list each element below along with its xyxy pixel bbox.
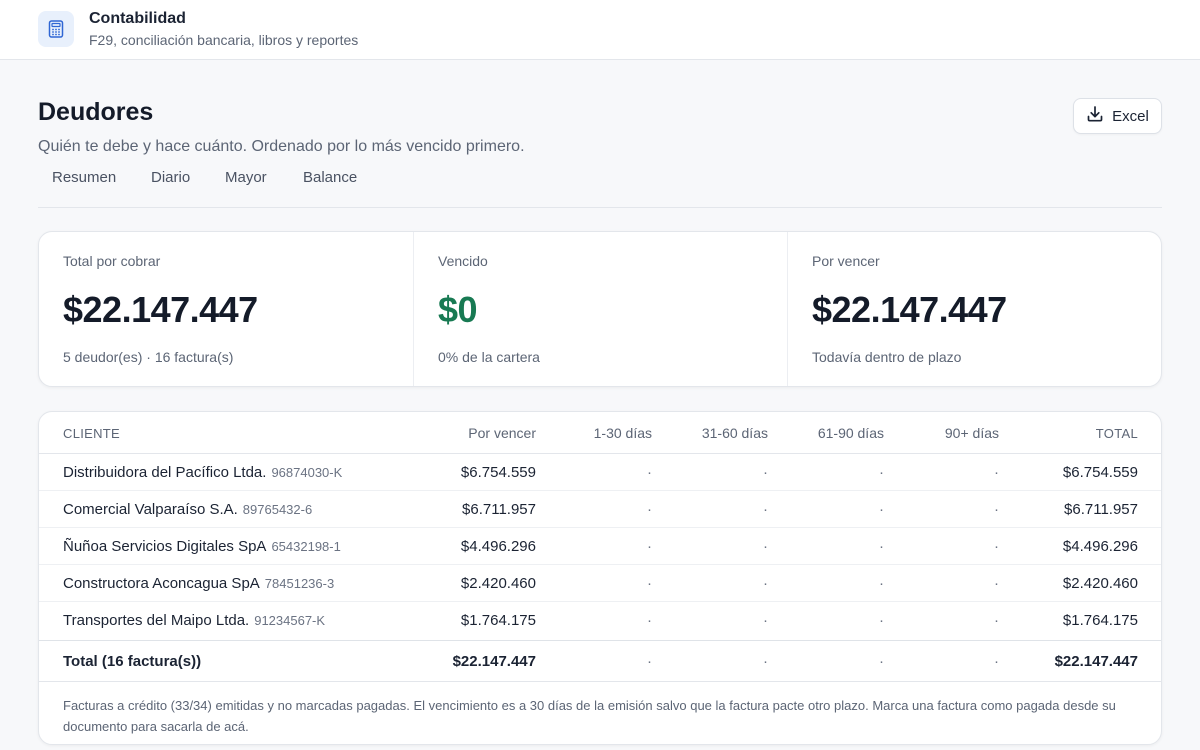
amount-90-plus: ·: [994, 501, 999, 518]
page-title: Deudores: [38, 98, 154, 126]
total-1-30: ·: [647, 653, 652, 670]
client-name: Transportes del Maipo Ltda.: [63, 612, 250, 629]
client-cell: Constructora Aconcagua SpA 78451236-3: [63, 575, 334, 592]
table-row[interactable]: Transportes del Maipo Ltda. 91234567-K $1…: [39, 602, 1161, 639]
app-header: Contabilidad F29, conciliación bancaria,…: [0, 0, 1200, 60]
stat-value: $22.147.447: [812, 289, 1007, 330]
page-description: Quién te debe y hace cuánto. Ordenado po…: [38, 138, 525, 155]
stat-note: 0% de la cartera: [438, 349, 540, 365]
table-row[interactable]: Ñuñoa Servicios Digitales SpA 65432198-1 …: [39, 528, 1161, 565]
tab-diario[interactable]: Diario: [151, 169, 190, 186]
tab-mayor[interactable]: Mayor: [225, 169, 267, 186]
stat-vencido: Vencido $0 0% de la cartera: [413, 232, 787, 386]
tab-balance[interactable]: Balance: [303, 169, 357, 186]
client-cell: Transportes del Maipo Ltda. 91234567-K: [63, 612, 325, 629]
table-row[interactable]: Distribuidora del Pacífico Ltda. 96874030…: [39, 454, 1161, 491]
col-header-90-plus[interactable]: 90+ días: [945, 425, 999, 441]
amount-por-vencer: $4.496.296: [460, 538, 536, 555]
amount-61-90: ·: [879, 538, 884, 555]
stat-value: $22.147.447: [63, 289, 258, 330]
total-90-plus: ·: [994, 653, 999, 670]
total-row-label: Total (16 factura(s)): [63, 653, 202, 670]
stat-label: Por vencer: [812, 253, 880, 269]
client-name: Constructora Aconcagua SpA: [63, 575, 260, 592]
table-row[interactable]: Comercial Valparaíso S.A. 89765432-6 $6.7…: [39, 491, 1161, 528]
amount-total: $6.754.559: [1062, 464, 1138, 481]
amount-1-30: ·: [647, 538, 652, 555]
col-header-61-90[interactable]: 61-90 días: [818, 425, 884, 441]
client-rut: 78451236-3: [264, 576, 335, 591]
client-cell: Distribuidora del Pacífico Ltda. 96874030…: [63, 464, 342, 481]
app-subtitle: F29, conciliación bancaria, libros y rep…: [89, 32, 359, 48]
amount-1-30: ·: [647, 464, 652, 481]
amount-90-plus: ·: [994, 538, 999, 555]
col-header-31-60[interactable]: 31-60 días: [702, 425, 768, 441]
amount-1-30: ·: [647, 575, 652, 592]
amount-31-60: ·: [763, 464, 768, 481]
amount-1-30: ·: [647, 612, 652, 629]
tab-resumen[interactable]: Resumen: [52, 169, 116, 186]
col-header-por-vencer[interactable]: Por vencer: [468, 425, 536, 441]
amount-61-90: ·: [879, 501, 884, 518]
amount-por-vencer: $2.420.460: [460, 575, 536, 592]
amount-61-90: ·: [879, 464, 884, 481]
client-name: Ñuñoa Servicios Digitales SpA: [63, 538, 267, 555]
amount-por-vencer: $6.754.559: [460, 464, 536, 481]
stat-label: Vencido: [438, 253, 488, 269]
col-header-1-30[interactable]: 1-30 días: [594, 425, 652, 441]
amount-total: $1.764.175: [1062, 612, 1138, 629]
amount-31-60: ·: [763, 575, 768, 592]
stat-por-vencer: Por vencer $22.147.447 Todavía dentro de…: [787, 232, 1161, 386]
app-title: Contabilidad: [89, 10, 186, 27]
tab-bar: Resumen Diario Mayor Balance: [38, 168, 1162, 208]
total-61-90: ·: [879, 653, 884, 670]
download-icon: [1086, 105, 1104, 127]
excel-export-button[interactable]: Excel: [1073, 98, 1162, 134]
client-cell: Ñuñoa Servicios Digitales SpA 65432198-1: [63, 538, 341, 555]
table-header-row: Cliente Por vencer 1-30 días 31-60 días …: [39, 412, 1161, 454]
amount-1-30: ·: [647, 501, 652, 518]
stat-note: 5 deudor(es) · 16 factura(s): [63, 349, 234, 365]
amount-61-90: ·: [879, 612, 884, 629]
table-row[interactable]: Constructora Aconcagua SpA 78451236-3 $2.…: [39, 565, 1161, 602]
amount-31-60: ·: [763, 501, 768, 518]
amount-total: $4.496.296: [1062, 538, 1138, 555]
summary-card: Total por cobrar $22.147.447 5 deudor(es…: [38, 231, 1162, 387]
total-grand: $22.147.447: [1054, 653, 1138, 670]
total-31-60: ·: [763, 653, 768, 670]
amount-61-90: ·: [879, 575, 884, 592]
stat-value: $0: [438, 289, 478, 330]
client-name: Distribuidora del Pacífico Ltda.: [63, 464, 267, 481]
col-header-cliente[interactable]: Cliente: [63, 426, 120, 441]
col-header-total[interactable]: Total: [1096, 426, 1138, 441]
total-por-vencer: $22.147.447: [452, 653, 536, 670]
amount-90-plus: ·: [994, 464, 999, 481]
stat-total-por-cobrar: Total por cobrar $22.147.447 5 deudor(es…: [39, 232, 413, 386]
client-rut: 89765432-6: [242, 502, 313, 517]
amount-90-plus: ·: [994, 612, 999, 629]
calculator-icon: [38, 11, 74, 47]
client-rut: 91234567-K: [254, 613, 326, 628]
stat-label: Total por cobrar: [63, 253, 161, 269]
amount-por-vencer: $1.764.175: [460, 612, 536, 629]
amount-31-60: ·: [763, 612, 768, 629]
amount-total: $2.420.460: [1062, 575, 1138, 592]
amount-90-plus: ·: [994, 575, 999, 592]
excel-export-label: Excel: [1112, 107, 1149, 125]
client-name: Comercial Valparaíso S.A.: [63, 501, 238, 518]
amount-por-vencer: $6.711.957: [462, 501, 536, 518]
client-cell: Comercial Valparaíso S.A. 89765432-6: [63, 501, 312, 518]
stat-note: Todavía dentro de plazo: [812, 349, 962, 365]
client-rut: 65432198-1: [271, 539, 341, 554]
debtors-table: Cliente Por vencer 1-30 días 31-60 días …: [38, 411, 1162, 745]
table-total-row: Total (16 factura(s)) $22.147.447 · · · …: [39, 640, 1161, 682]
amount-total: $6.711.957: [1064, 501, 1138, 518]
client-rut: 96874030-K: [271, 465, 343, 480]
amount-31-60: ·: [763, 538, 768, 555]
table-footnote: Facturas a crédito (33/34) emitidas y no…: [63, 698, 1116, 734]
